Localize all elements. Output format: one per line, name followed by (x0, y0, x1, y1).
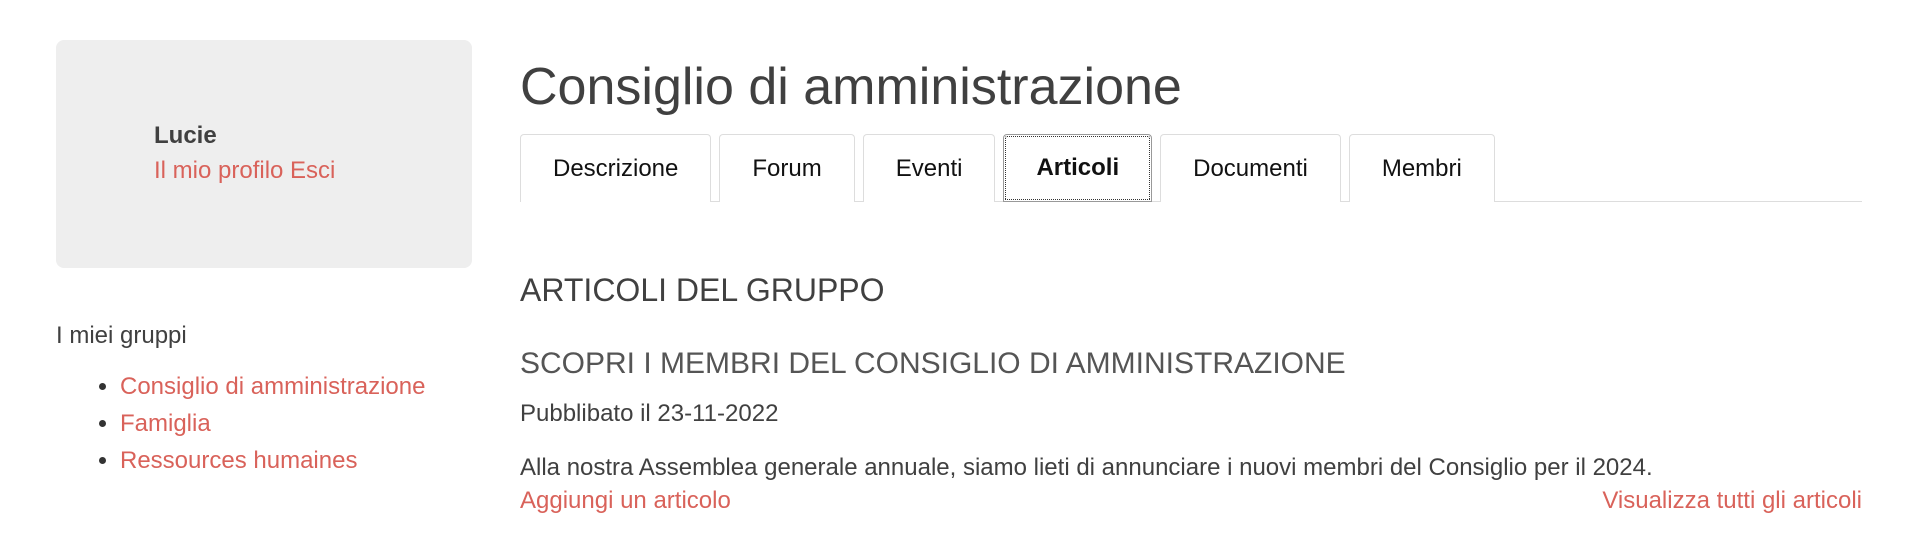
profile-link[interactable]: Il mio profilo (154, 157, 283, 184)
user-links: Il mio profilo Esci (154, 152, 472, 190)
view-all-articles-link[interactable]: Visualizza tutti gli articoli (1602, 484, 1862, 518)
sidebar: Lucie Il mio profilo Esci I miei gruppi … (56, 40, 472, 479)
group-link-famiglia[interactable]: Famiglia (120, 410, 211, 437)
section-title: ARTICOLI DEL GRUPPO (520, 272, 885, 308)
tab-documenti[interactable]: Documenti (1160, 134, 1341, 202)
groups-title: I miei gruppi (56, 322, 187, 349)
list-item: Ressources humaines (120, 442, 472, 479)
user-card: Lucie Il mio profilo Esci (56, 40, 472, 268)
list-item: Consiglio di amministrazione (120, 368, 472, 405)
tab-eventi[interactable]: Eventi (862, 134, 996, 202)
main-content: Consiglio di amministrazione Descrizione… (520, 50, 1862, 518)
user-name: Lucie (154, 122, 217, 149)
page-title: Consiglio di amministrazione (520, 58, 1182, 116)
add-article-link[interactable]: Aggiungi un articolo (520, 484, 731, 518)
article-actions: Aggiungi un articolo Visualizza tutti gl… (520, 484, 1862, 518)
tab-descrizione[interactable]: Descrizione (520, 134, 712, 202)
tab-forum[interactable]: Forum (719, 134, 855, 202)
article-date: Pubblibato il 23-11-2022 (520, 400, 779, 427)
article-title: SCOPRI I MEMBRI DEL CONSIGLIO DI AMMINIS… (520, 347, 1346, 380)
group-link-ressources-humaines[interactable]: Ressources humaines (120, 447, 357, 474)
group-link-consiglio[interactable]: Consiglio di amministrazione (120, 373, 425, 400)
tab-articoli[interactable]: Articoli (1003, 134, 1153, 202)
group-tabs: Descrizione Forum Eventi Articoli Docume… (520, 134, 1862, 202)
list-item: Famiglia (120, 405, 472, 442)
groups-list: Consiglio di amministrazione Famiglia Re… (56, 368, 472, 479)
article-item: SCOPRI I MEMBRI DEL CONSIGLIO DI AMMINIS… (520, 344, 1862, 484)
article-excerpt: Alla nostra Assemblea generale annuale, … (520, 454, 1653, 481)
tab-membri[interactable]: Membri (1348, 134, 1495, 202)
logout-link[interactable]: Esci (290, 157, 335, 184)
page: Lucie Il mio profilo Esci I miei gruppi … (0, 0, 1926, 556)
